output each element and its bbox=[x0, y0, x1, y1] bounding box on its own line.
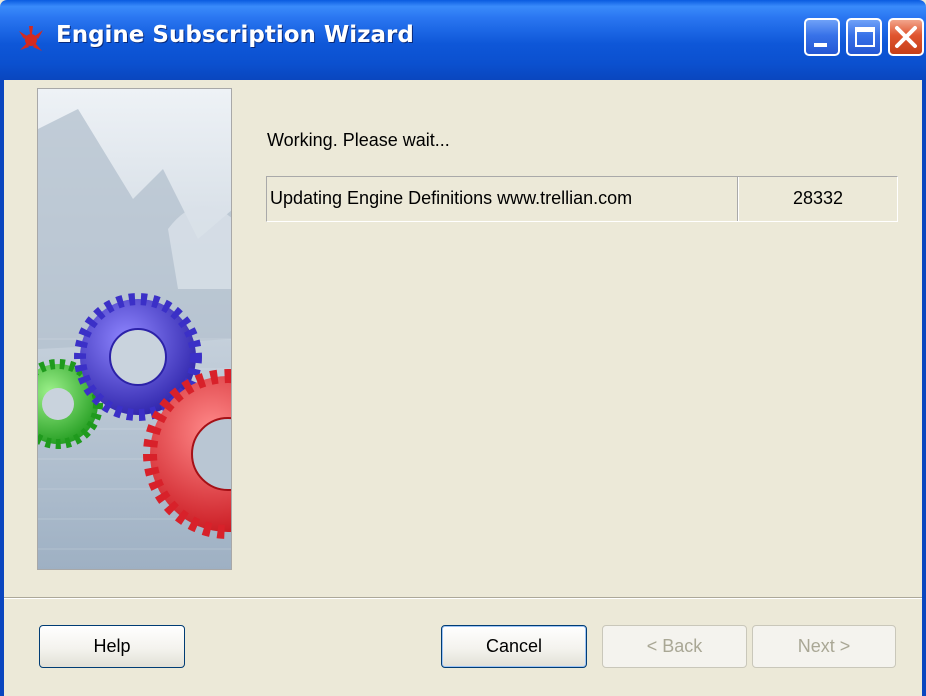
help-button[interactable]: Help bbox=[39, 625, 185, 668]
close-button[interactable] bbox=[888, 18, 924, 56]
maximize-icon bbox=[855, 27, 875, 47]
status-message: Working. Please wait... bbox=[267, 130, 450, 150]
back-button[interactable]: < Back bbox=[602, 625, 747, 668]
progress-task-label: Updating Engine Definitions www.trellian… bbox=[270, 188, 633, 208]
footer-separator bbox=[4, 597, 922, 598]
app-logo-icon bbox=[19, 26, 43, 51]
window-title: Engine Subscription Wizard bbox=[56, 22, 414, 48]
wizard-banner-image bbox=[37, 88, 232, 570]
close-icon bbox=[895, 26, 917, 48]
cancel-button[interactable]: Cancel bbox=[441, 625, 587, 668]
next-button[interactable]: Next > bbox=[752, 625, 896, 668]
progress-count: 28332 bbox=[792, 188, 844, 208]
minimize-icon bbox=[814, 43, 827, 47]
window-frame-left bbox=[0, 80, 4, 696]
window-frame-right bbox=[922, 80, 926, 696]
maximize-button[interactable] bbox=[846, 18, 882, 56]
minimize-button[interactable] bbox=[804, 18, 840, 56]
column-divider bbox=[737, 177, 738, 221]
title-bar[interactable]: Engine Subscription Wizard bbox=[0, 0, 926, 80]
progress-list-row: Updating Engine Definitions www.trellian… bbox=[266, 176, 898, 222]
